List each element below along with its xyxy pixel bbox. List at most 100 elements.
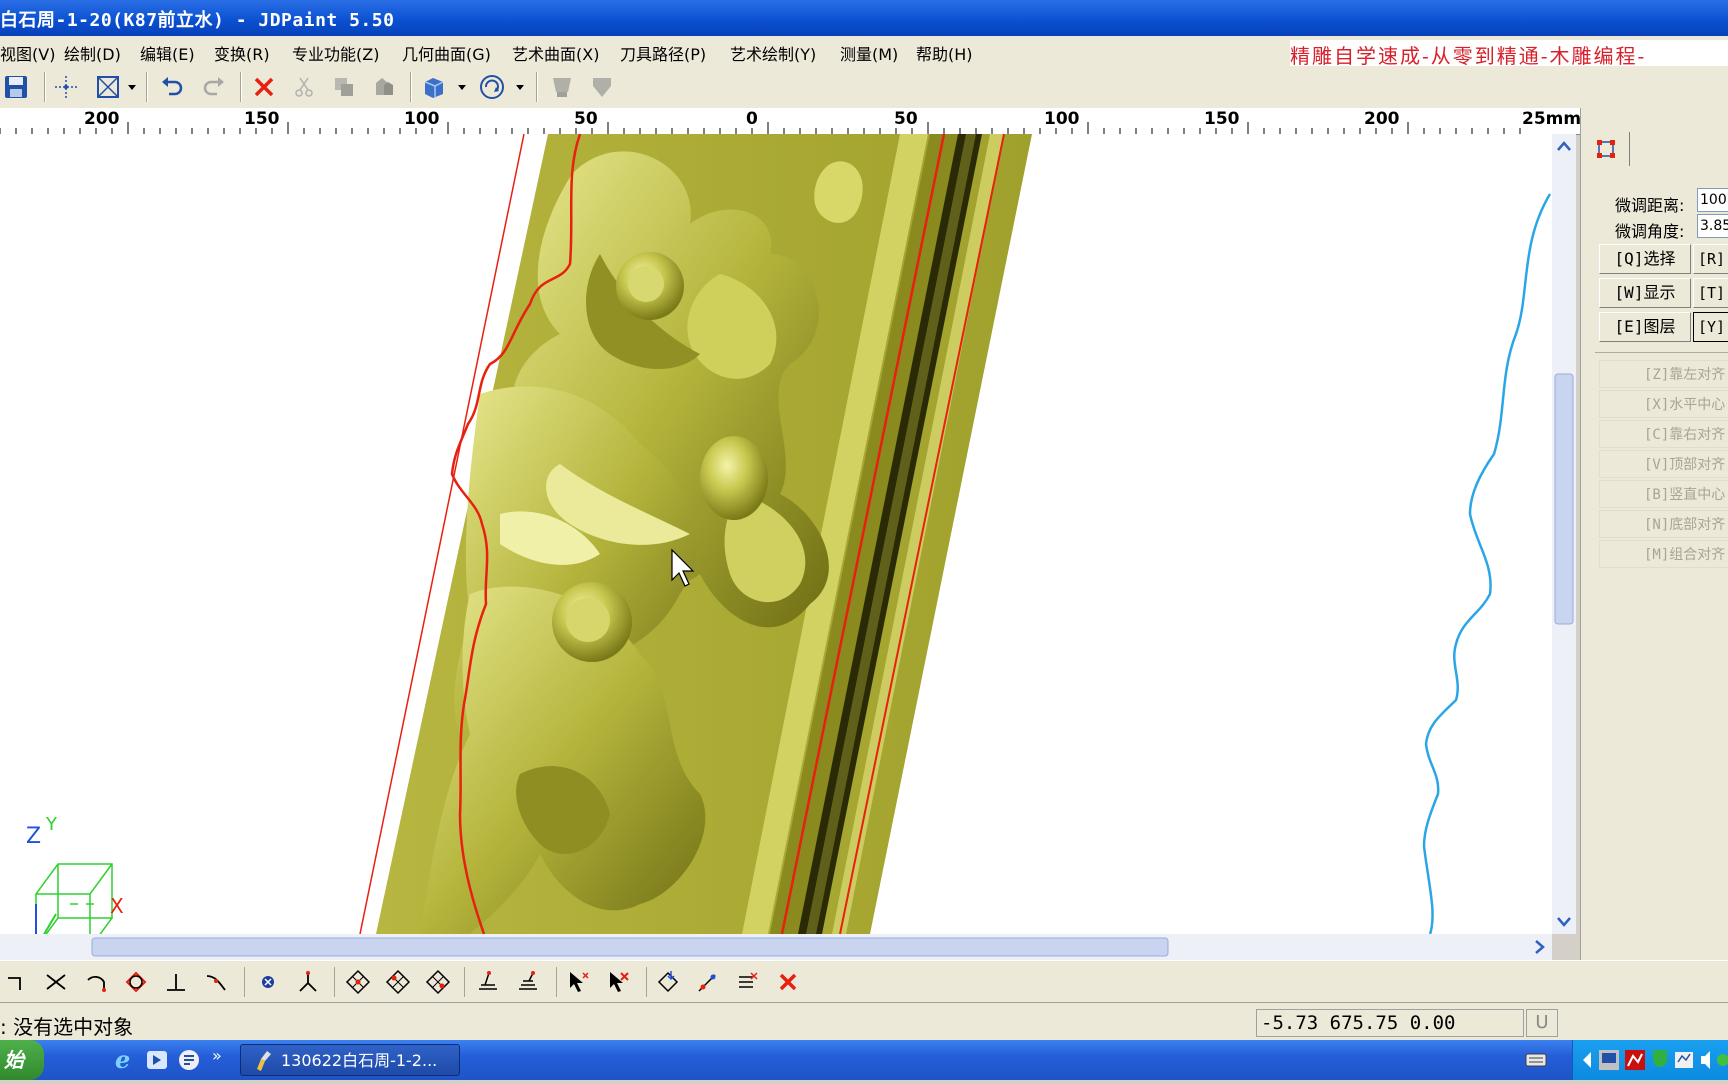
snap-point-button[interactable] xyxy=(50,72,82,102)
delete-button[interactable] xyxy=(248,72,280,102)
menu-special[interactable]: 专业功能(Z) xyxy=(292,41,379,65)
shade-back-button[interactable] xyxy=(586,72,618,102)
arrow-cursor-icon xyxy=(570,972,589,992)
right-panel: 微调距离: 100. 微调角度: 3.85 [Q]选择 [R] [W]显示 [T… xyxy=(1580,108,1728,960)
horizontal-scrollbar[interactable] xyxy=(0,934,1552,960)
tray-icons xyxy=(1583,1050,1728,1070)
snap-axis-button[interactable] xyxy=(292,967,324,997)
chevron-down-icon xyxy=(516,85,524,90)
system-tray xyxy=(1572,1040,1728,1080)
horizontal-ruler: 200 150 100 50 0 50 100 150 200 25mm xyxy=(0,108,1580,135)
align-bottom-button[interactable]: [N]底部对齐 xyxy=(1599,510,1728,538)
ruler-label: 150 xyxy=(244,109,280,129)
node-align-button[interactable] xyxy=(692,967,724,997)
ruler-label: 200 xyxy=(1364,109,1400,129)
snap-endpoint-button[interactable] xyxy=(0,967,32,997)
fine-angle-label: 微调角度: xyxy=(1615,222,1685,241)
rotate-view-button[interactable] xyxy=(476,72,508,102)
menu-view[interactable]: 视图(V) xyxy=(0,41,55,65)
align-left-button[interactable]: [Z]靠左对齐 xyxy=(1599,360,1728,388)
align-group-button[interactable]: [M]组合对齐 xyxy=(1599,540,1728,568)
layer-stack-icon xyxy=(519,971,537,990)
menu-art-surface[interactable]: 艺术曲面(X) xyxy=(512,41,599,65)
layer-button[interactable]: [E]图层 xyxy=(1599,312,1691,342)
fine-angle-input[interactable]: 3.85 xyxy=(1697,214,1728,238)
snap-perpendicular-button[interactable] xyxy=(160,967,192,997)
menu-help[interactable]: 帮助(H) xyxy=(916,41,973,65)
delete-x-icon xyxy=(254,77,274,97)
start-button[interactable]: 始 xyxy=(0,1040,44,1080)
display-button[interactable]: [W]显示 xyxy=(1599,278,1691,308)
paste-button[interactable] xyxy=(368,72,400,102)
node-move-button[interactable] xyxy=(652,967,684,997)
view-frame-button[interactable] xyxy=(92,72,124,102)
menu-toolpath[interactable]: 刀具路径(P) xyxy=(620,41,706,65)
snap-quadrant-button[interactable] xyxy=(120,967,152,997)
ruler-label: 0 xyxy=(746,109,758,129)
redo-button[interactable] xyxy=(198,72,230,102)
unit-box[interactable]: U xyxy=(1526,1009,1558,1037)
menu-transform[interactable]: 变换(R) xyxy=(214,41,270,65)
layer-align-button[interactable] xyxy=(472,967,504,997)
snap-arc-button[interactable] xyxy=(80,967,112,997)
ruler-label: 100 xyxy=(1044,109,1080,129)
fine-distance-input[interactable]: 100. xyxy=(1697,188,1728,212)
node-list-button[interactable] xyxy=(732,967,764,997)
pick-arrow-button[interactable] xyxy=(562,967,594,997)
3d-viewport[interactable]: Z Y X xyxy=(0,134,1552,934)
keyboard-icon[interactable] xyxy=(1524,1048,1548,1072)
media-icon[interactable] xyxy=(144,1046,170,1074)
unpick-arrow-button[interactable] xyxy=(602,967,634,997)
status-bar: : 没有选中对象 -5.73 675.75 0.00 U xyxy=(0,1002,1728,1041)
grid-snap-1-button[interactable] xyxy=(342,967,374,997)
cursor-coordinates: -5.73 675.75 0.00 xyxy=(1256,1009,1524,1037)
redo-icon xyxy=(203,77,224,96)
perpendicular-icon xyxy=(167,974,185,991)
taskbar-item-jdpaint[interactable]: 130622白石周-1-2... xyxy=(240,1044,460,1076)
snap-tangent-button[interactable] xyxy=(200,967,232,997)
grid-snap-3-button[interactable] xyxy=(422,967,454,997)
close-snap-button[interactable] xyxy=(772,967,804,997)
view-3d-dropdown[interactable] xyxy=(454,72,470,102)
ruler-label: 150 xyxy=(1204,109,1240,129)
save-icon xyxy=(5,76,27,98)
shade-front-button[interactable] xyxy=(546,72,578,102)
grid-snap-2-button[interactable] xyxy=(382,967,414,997)
copy-button[interactable] xyxy=(328,72,360,102)
vertical-scrollbar[interactable] xyxy=(1552,134,1576,934)
axis-label-z: Z xyxy=(26,824,42,849)
main-toolbar xyxy=(0,66,1728,109)
y-button[interactable]: [Y] xyxy=(1693,312,1728,342)
undo-button[interactable] xyxy=(156,72,188,102)
select-button[interactable]: [Q]选择 xyxy=(1599,244,1691,274)
save-button[interactable] xyxy=(0,72,32,102)
t-button[interactable]: [T] xyxy=(1693,278,1728,308)
menu-draw[interactable]: 绘制(D) xyxy=(64,41,121,65)
axis-snap-icon xyxy=(299,971,317,992)
menu-geometry-surface[interactable]: 几何曲面(G) xyxy=(402,41,491,65)
snap-intersect-button[interactable] xyxy=(40,967,72,997)
snap-center-button[interactable] xyxy=(252,967,284,997)
ie-icon[interactable]: e xyxy=(112,1045,138,1074)
ruler-label: 50 xyxy=(574,109,598,129)
r-button[interactable]: [R] xyxy=(1693,244,1728,274)
menu-edit[interactable]: 编辑(E) xyxy=(140,41,195,65)
menu-measure[interactable]: 测量(M) xyxy=(840,41,898,65)
app-icon[interactable] xyxy=(176,1046,202,1074)
align-right-button[interactable]: [C]靠右对齐 xyxy=(1599,420,1728,448)
view-frame-dropdown[interactable] xyxy=(124,72,140,102)
menu-art-draw[interactable]: 艺术绘制(Y) xyxy=(730,41,816,65)
quicklaunch-chevron-icon[interactable]: » xyxy=(212,1046,222,1065)
rotate-view-dropdown[interactable] xyxy=(512,72,528,102)
align-v-center-button[interactable]: [B]竖直中心 xyxy=(1599,480,1728,508)
layer-stack-button[interactable] xyxy=(512,967,544,997)
ruler-unit: 25mm xyxy=(1522,109,1580,129)
cut-button[interactable] xyxy=(288,72,320,102)
align-h-center-button[interactable]: [X]水平中心 xyxy=(1599,390,1728,418)
view-3d-button[interactable] xyxy=(418,72,450,102)
axis-gizmo xyxy=(35,863,114,934)
taskbar-item-label: 130622白石周-1-2... xyxy=(281,1051,438,1070)
title-bar: 白石周-1-20(K87前立水) - JDPaint 5.50 xyxy=(0,0,1728,36)
align-top-button[interactable]: [V]顶部对齐 xyxy=(1599,450,1728,478)
node-edit-icon[interactable] xyxy=(1595,138,1617,160)
